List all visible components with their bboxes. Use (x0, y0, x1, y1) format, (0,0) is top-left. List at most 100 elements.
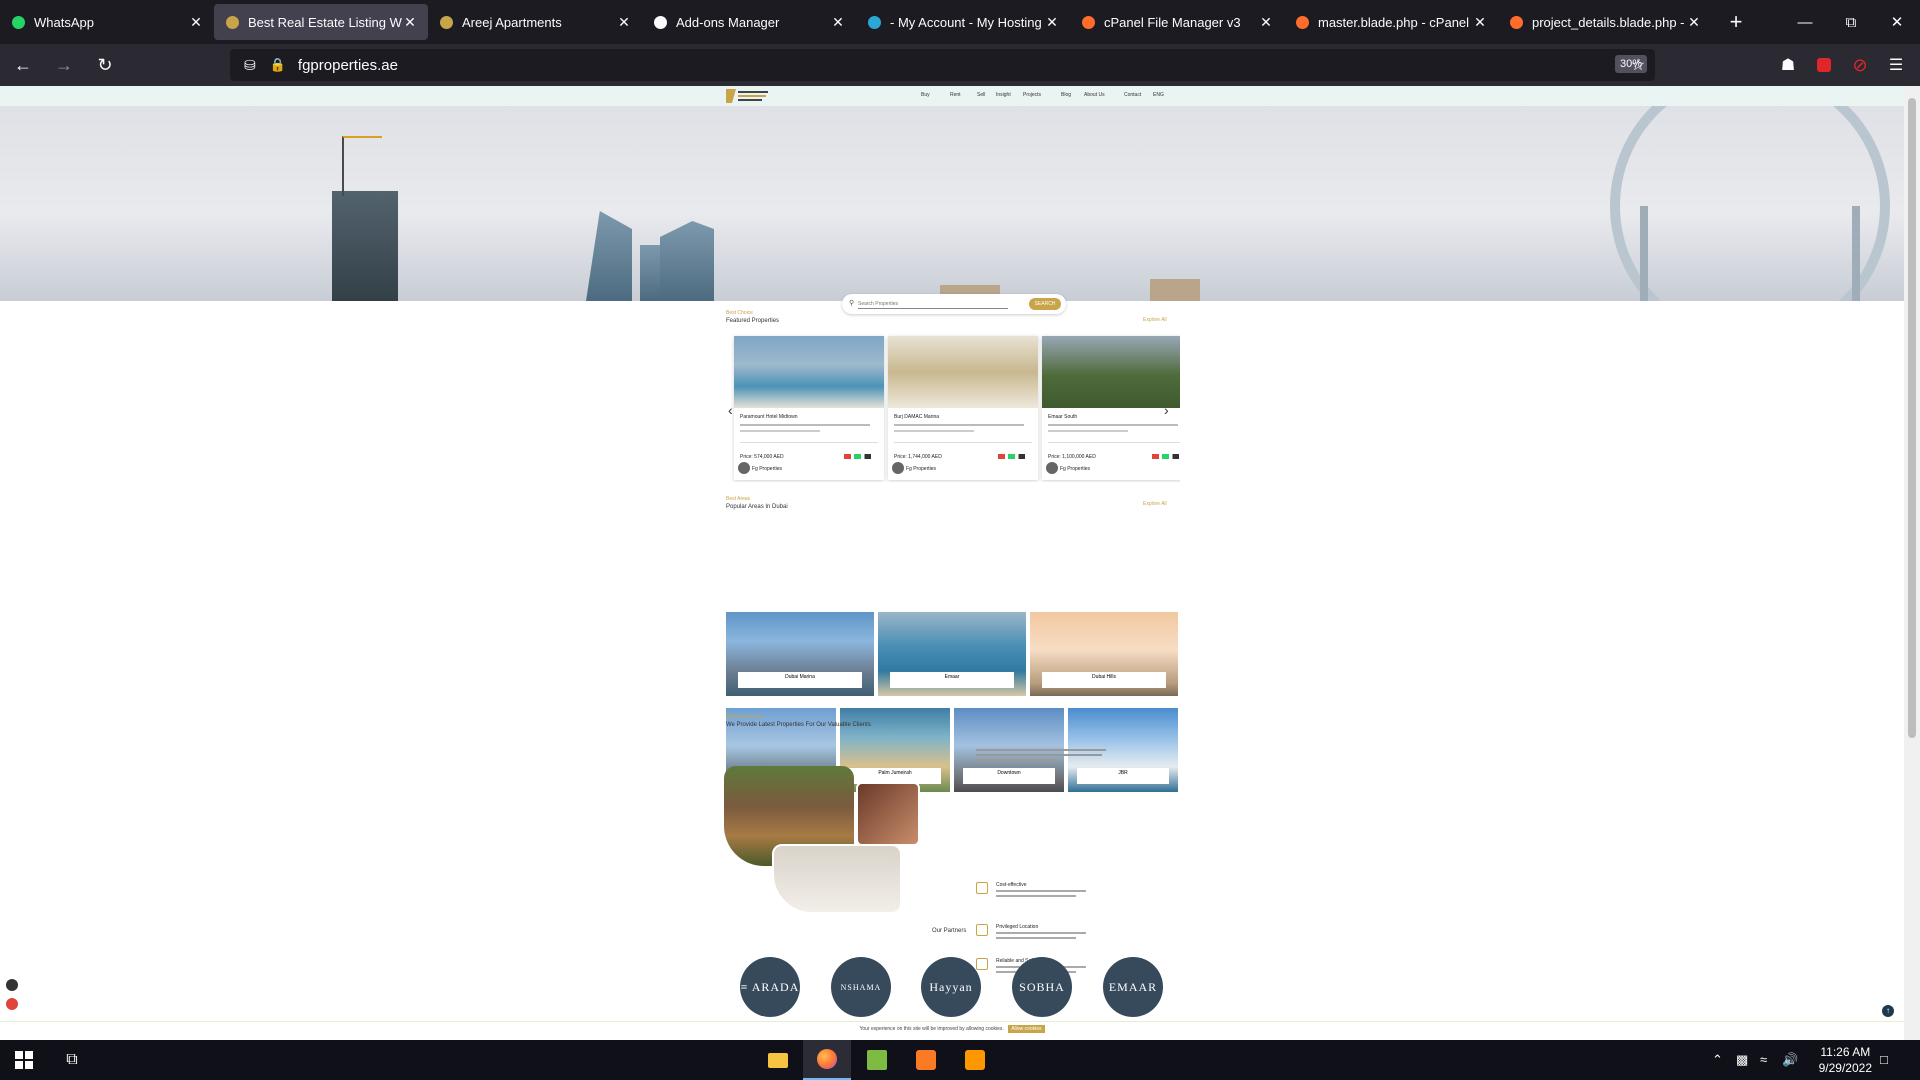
property-photo[interactable] (1042, 336, 1180, 408)
contact-icons[interactable] (844, 454, 878, 459)
property-photo[interactable] (734, 336, 884, 408)
reload-button[interactable]: ↻ (87, 47, 123, 83)
property-card[interactable]: Paramount Hotel Midtown Price: 574,000 AE… (734, 336, 884, 480)
partner-logo[interactable]: Hayyan (921, 957, 981, 1017)
taskbar-clock[interactable]: 11:26 AM 9/29/2022 (1819, 1044, 1872, 1076)
close-tab-icon[interactable]: ✕ (1472, 14, 1488, 31)
carousel-prev-icon[interactable]: ‹ (728, 402, 733, 418)
area-card[interactable]: Dubai Hills (1030, 612, 1178, 696)
scroll-top-icon[interactable]: ↑ (1882, 1005, 1894, 1017)
phone-float-icon[interactable] (6, 998, 18, 1010)
blocker-extension-icon[interactable]: ⊘ (1842, 47, 1878, 83)
featured-title: Featured Properties (726, 318, 780, 324)
close-tab-icon[interactable]: ✕ (402, 14, 418, 31)
partner-logo[interactable]: NSHAMA (831, 957, 891, 1017)
close-tab-icon[interactable]: ✕ (1044, 14, 1060, 31)
clock-time[interactable]: 11:26 AM (1819, 1044, 1872, 1060)
back-button[interactable]: ← (5, 47, 41, 83)
property-title[interactable]: Paramount Hotel Midtown (740, 414, 798, 420)
cookie-text: Your experience on this site will be imp… (859, 1026, 1004, 1032)
site-nav-link[interactable]: About Us (1084, 92, 1105, 98)
tab-3[interactable]: Add-ons Manager ✕ (642, 4, 856, 40)
tab-5[interactable]: cPanel File Manager v3 ✕ (1070, 4, 1284, 40)
close-tab-icon[interactable]: ✕ (616, 14, 632, 31)
area-card[interactable]: Emaar (878, 612, 1026, 696)
volume-icon[interactable]: 🔊 (1782, 1052, 1798, 1068)
tab-2[interactable]: Areej Apartments ✕ (428, 4, 642, 40)
property-card[interactable]: Burj DAMAC Marina Price: 1,744,000 AED Fg … (888, 336, 1038, 480)
sublime-text-icon[interactable] (951, 1040, 999, 1080)
firefox-icon[interactable] (803, 1040, 851, 1080)
site-nav-link[interactable]: Buy (921, 92, 930, 98)
new-tab-button[interactable]: + (1718, 9, 1754, 35)
explore-all-link[interactable]: Explore All (1143, 317, 1167, 323)
site-nav-link[interactable]: Projects (1023, 92, 1041, 98)
forward-button[interactable]: → (46, 47, 82, 83)
feature-icon (976, 882, 988, 894)
url-bar[interactable]: ⛁ 🔒 fgproperties.ae 30% (230, 49, 1655, 81)
menu-icon[interactable]: ☰ (1878, 47, 1914, 83)
xampp-icon[interactable] (902, 1040, 950, 1080)
why-title: We Provide Latest Properties For Our Val… (726, 722, 871, 728)
tab-1[interactable]: Best Real Estate Listing Websit✕ (214, 4, 428, 40)
partner-logo[interactable]: EMAAR (1103, 957, 1163, 1017)
search-input[interactable] (858, 299, 1008, 309)
property-title[interactable]: Emaar South (1048, 414, 1077, 420)
lock-icon[interactable]: 🔒 (270, 57, 286, 73)
site-nav-link[interactable]: Sell (977, 92, 985, 98)
file-explorer-icon[interactable] (754, 1040, 802, 1080)
site-nav-link[interactable]: Blog (1061, 92, 1071, 98)
close-window-button[interactable]: ✕ (1874, 0, 1920, 44)
allow-cookies-button[interactable]: Allow cookies (1008, 1025, 1045, 1033)
mail-float-icon[interactable] (6, 979, 18, 991)
search-button[interactable]: SEARCH (1029, 298, 1061, 310)
contact-icons[interactable] (998, 454, 1032, 459)
tab-4[interactable]: - My Account - My Hosting ✕ (856, 4, 1070, 40)
tab-0[interactable]: WhatsApp ✕ (0, 4, 214, 40)
close-tab-icon[interactable]: ✕ (830, 14, 846, 31)
property-photo[interactable] (888, 336, 1038, 408)
pocket-icon[interactable]: ☗ (1770, 47, 1806, 83)
fg-logo-icon (224, 14, 240, 30)
agent-avatar (738, 462, 750, 474)
area-card[interactable]: Dubai Marina (726, 612, 874, 696)
partner-logo[interactable]: SOBHA (1012, 957, 1072, 1017)
windows-start-icon[interactable] (0, 1040, 48, 1080)
explore-all-link[interactable]: Explore All (1143, 501, 1167, 507)
contact-icons[interactable] (1152, 454, 1180, 459)
close-tab-icon[interactable]: ✕ (1686, 14, 1702, 31)
wifi-icon[interactable]: ≈ (1760, 1052, 1767, 1067)
task-view-icon[interactable]: ⧉ (48, 1040, 96, 1080)
site-nav-link[interactable]: Contact (1124, 92, 1141, 98)
close-tab-icon[interactable]: ✕ (188, 14, 204, 31)
minimize-button[interactable]: — (1782, 0, 1828, 44)
notification-center-icon[interactable]: □ (1880, 1052, 1888, 1067)
url-text[interactable]: fgproperties.ae (298, 57, 398, 74)
clock-date[interactable]: 9/29/2022 (1819, 1060, 1872, 1076)
ferris-wheel-legs (1640, 206, 1860, 301)
language-selector[interactable]: ENG (1153, 92, 1164, 98)
shield-icon[interactable]: ⛁ (244, 57, 256, 74)
property-price: Price: 1,744,000 AED (894, 454, 942, 460)
carousel-next-icon[interactable]: › (1164, 402, 1169, 418)
tray-overflow-icon[interactable]: ⌃ (1712, 1052, 1723, 1068)
fg-logo[interactable] (726, 89, 770, 103)
meet-now-icon[interactable]: ▩ (1736, 1052, 1748, 1068)
puzzle-icon (652, 14, 668, 30)
site-nav-link[interactable]: Rent (950, 92, 961, 98)
notepad-icon[interactable] (853, 1040, 901, 1080)
area-name: Dubai Marina (785, 674, 815, 680)
tab-7[interactable]: project_details.blade.php - cP✕ (1498, 4, 1712, 40)
feature-icon (976, 958, 988, 970)
extension-lock-icon[interactable] (1806, 47, 1842, 83)
restore-button[interactable]: ⧉ (1828, 0, 1874, 44)
scrollbar-thumb[interactable] (1908, 98, 1916, 738)
bookmark-star-icon[interactable]: ☆ (1620, 47, 1656, 83)
page-scrollbar[interactable] (1904, 86, 1920, 1040)
tab-6[interactable]: master.blade.php - cPanel Fil ✕ (1284, 4, 1498, 40)
property-title[interactable]: Burj DAMAC Marina (894, 414, 939, 420)
property-card[interactable]: Emaar South Price: 1,100,000 AED Fg Proper… (1042, 336, 1180, 480)
close-tab-icon[interactable]: ✕ (1258, 14, 1274, 31)
site-nav-link[interactable]: Insight (996, 92, 1011, 98)
partner-logo[interactable]: ≡ ARADA (740, 957, 800, 1017)
